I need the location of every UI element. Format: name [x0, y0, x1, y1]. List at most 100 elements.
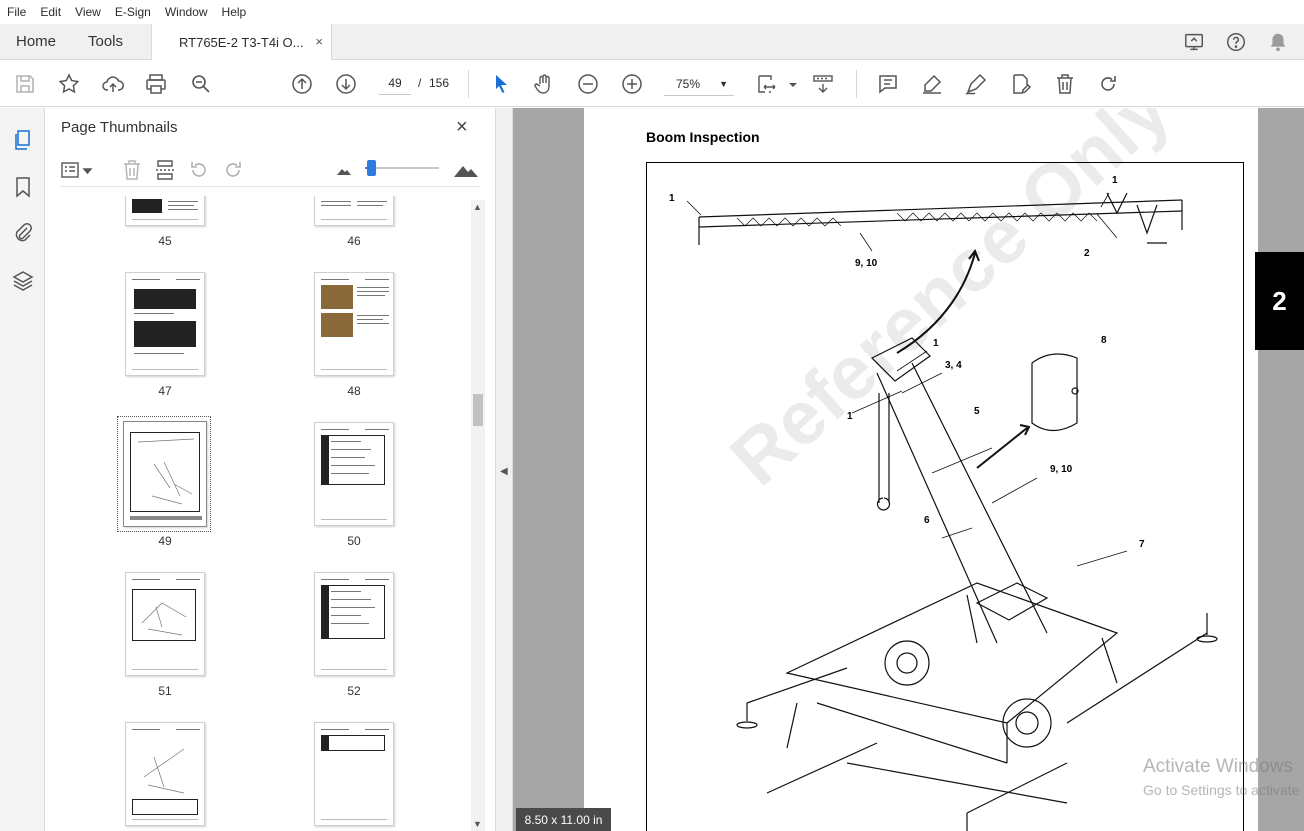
edit-pdf-icon[interactable] [1008, 72, 1032, 96]
callout-label: 5 [974, 406, 980, 417]
scrollbar-thumb[interactable] [473, 394, 483, 426]
fit-page-icon[interactable] [755, 72, 779, 96]
current-page-input[interactable]: 49 [379, 71, 411, 95]
menu-window[interactable]: Window [165, 5, 208, 19]
scroll-mode-icon[interactable] [811, 72, 835, 96]
callout-label: 3, 4 [945, 360, 962, 371]
select-cursor-icon[interactable] [489, 72, 513, 96]
document-view[interactable]: Boom Inspection 1 1 2 9, 10 8 1 3, 4 1 5… [513, 108, 1304, 831]
rotate-clockwise-icon[interactable] [221, 158, 245, 182]
callout-label: 1 [669, 193, 675, 204]
thumbnail-page[interactable] [314, 422, 394, 526]
thumbnail-page[interactable] [125, 196, 205, 226]
thumbnail-page-number: 50 [347, 534, 361, 548]
toolbar-divider [468, 70, 469, 98]
panel-splitter[interactable]: ◀ [495, 108, 513, 831]
callout-label: 8 [1101, 335, 1107, 346]
thumbnail-page[interactable] [314, 196, 394, 226]
panel-title: Page Thumbnails [61, 119, 178, 136]
thumbnail-size-slider-handle[interactable] [367, 160, 376, 176]
thumbnail-toolbar [60, 153, 480, 187]
zoom-level-value: 75% [676, 77, 701, 91]
page-size-indicator: 8.50 x 11.00 in [516, 808, 611, 831]
thumbnail-page[interactable] [125, 572, 205, 676]
thumbnail-page[interactable] [314, 722, 394, 826]
chevron-down-icon: ▼ [719, 79, 728, 89]
menu-file[interactable]: File [7, 5, 26, 19]
comment-icon[interactable] [876, 72, 900, 96]
delete-trash-icon[interactable] [1053, 72, 1077, 96]
tab-bar: Home Tools RT765E-2 T3-T4i O... × [0, 24, 1304, 61]
page-thumbnails-panel: Page Thumbnails × 45 46 47 48 49 50 51 5… [45, 108, 495, 831]
bookmark-star-icon[interactable] [57, 72, 81, 96]
page-heading: Boom Inspection [646, 129, 760, 145]
page-separator: / [418, 76, 422, 90]
thumbnail-size-slider-track[interactable] [365, 167, 439, 169]
thumbnail-page[interactable] [123, 421, 207, 527]
large-mountain-icon[interactable] [452, 158, 480, 182]
delete-page-icon[interactable] [120, 158, 144, 182]
zoom-out-icon[interactable] [576, 72, 600, 96]
sign-pen-icon[interactable] [964, 72, 988, 96]
callout-label: 2 [1084, 248, 1090, 259]
bookmarks-icon[interactable] [11, 175, 35, 199]
thumbnail-list: 45 46 47 48 49 50 51 52 [60, 196, 472, 831]
zoom-in-icon[interactable] [620, 72, 644, 96]
activate-windows-title: Activate Windows [1143, 756, 1293, 777]
thumbnail-page-number: 47 [158, 384, 172, 398]
menu-esign[interactable]: E-Sign [115, 5, 151, 19]
zoom-search-icon[interactable] [189, 72, 213, 96]
save-icon[interactable] [13, 72, 37, 96]
toolbar-divider [856, 70, 857, 98]
menu-help[interactable]: Help [222, 5, 247, 19]
callout-label: 9, 10 [855, 258, 878, 269]
tab-home[interactable]: Home [16, 33, 56, 50]
print-icon[interactable] [144, 72, 168, 96]
thumbnail-page-number: 48 [347, 384, 361, 398]
redo-icon[interactable] [1096, 72, 1120, 96]
small-mountain-icon[interactable] [333, 158, 357, 182]
collapse-panel-arrow-icon[interactable]: ◀ [500, 466, 508, 477]
tab-document[interactable]: RT765E-2 T3-T4i O... × [151, 24, 332, 61]
hand-tool-icon[interactable] [532, 72, 556, 96]
thumbnail-page-number: 46 [347, 234, 361, 248]
layers-icon[interactable] [11, 269, 35, 293]
tab-tools[interactable]: Tools [88, 33, 123, 50]
help-icon[interactable] [1225, 31, 1247, 53]
thumbnail-page-number: 45 [158, 234, 172, 248]
notification-bell-icon[interactable] [1267, 31, 1289, 53]
page-thumbnails-icon[interactable] [11, 128, 35, 152]
thumbnail-scrollbar[interactable]: ▲ ▼ [471, 200, 485, 831]
upload-cloud-icon[interactable] [101, 72, 125, 96]
scroll-down-arrow-icon[interactable]: ▼ [473, 819, 482, 829]
next-page-icon[interactable] [334, 72, 358, 96]
thumbnail-page[interactable] [314, 272, 394, 376]
document-tab-title: RT765E-2 T3-T4i O... [179, 35, 304, 50]
thumbnail-page[interactable] [314, 572, 394, 676]
callout-label: 9, 10 [1050, 464, 1073, 475]
close-panel-button[interactable]: × [456, 116, 468, 139]
scroll-up-arrow-icon[interactable]: ▲ [473, 202, 482, 212]
thumbnail-options-icon[interactable] [60, 158, 93, 182]
share-screen-icon[interactable] [1183, 31, 1205, 53]
menu-bar: File Edit View E-Sign Window Help [0, 0, 1304, 24]
close-tab-button[interactable]: × [315, 34, 323, 49]
previous-page-icon[interactable] [290, 72, 314, 96]
attachments-paperclip-icon[interactable] [11, 221, 35, 245]
navigation-rail [0, 108, 45, 831]
fit-dropdown-chevron-icon[interactable] [781, 72, 797, 96]
pdf-page: Boom Inspection 1 1 2 9, 10 8 1 3, 4 1 5… [584, 108, 1258, 831]
menu-edit[interactable]: Edit [40, 5, 61, 19]
menu-view[interactable]: View [75, 5, 101, 19]
thumbnail-page-number: 49 [158, 534, 172, 548]
activate-windows-hint: Go to Settings to activate [1143, 782, 1300, 798]
highlight-pen-icon[interactable] [920, 72, 944, 96]
zoom-level-select[interactable]: 75% ▼ [664, 72, 734, 96]
rotate-counterclockwise-icon[interactable] [187, 158, 211, 182]
thumbnail-page[interactable] [125, 722, 205, 826]
insert-page-icon[interactable] [153, 158, 177, 182]
thumbnail-page-number: 51 [158, 684, 172, 698]
callout-label: 6 [924, 515, 930, 526]
thumbnail-page[interactable] [125, 272, 205, 376]
chapter-tab: 2 [1255, 252, 1304, 350]
